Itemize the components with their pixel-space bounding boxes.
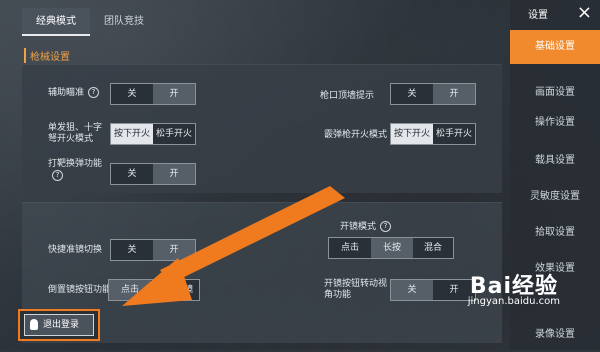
inverted-scope-label: 倒置镜按钮功能	[48, 285, 112, 295]
option-release-fire[interactable]: 松手开火	[433, 124, 475, 144]
sidebar-item-replay[interactable]: 录像设置	[510, 318, 600, 352]
tab-team[interactable]: 团队竞技	[90, 8, 158, 36]
muzzle-wall-toggle[interactable]: 关 开	[390, 83, 476, 105]
logout-highlight: 退出登录	[18, 309, 100, 341]
sidebar-item-basic[interactable]: 基础设置	[510, 30, 600, 64]
logout-label: 退出登录	[43, 320, 80, 330]
help-icon[interactable]: ?	[380, 221, 392, 232]
logout-button[interactable]: 退出登录	[24, 314, 94, 336]
option-off[interactable]: 关	[111, 164, 153, 184]
section-title: 枪械设置	[24, 48, 70, 63]
help-icon[interactable]: ?	[52, 170, 63, 181]
reload-toggle[interactable]: 关 开	[110, 163, 196, 185]
sidebar-title: 设置	[528, 10, 548, 21]
shotgun-fire-mode-label: 霰弹枪开火模式	[324, 130, 388, 140]
option-tap-switch[interactable]: 点击切镜	[151, 280, 199, 300]
scope-turn-toggle[interactable]: 关 开	[390, 279, 476, 301]
sniper-fire-mode-toggle[interactable]: 按下开火 松手开火	[110, 123, 196, 145]
help-icon[interactable]: ?	[88, 87, 100, 98]
reload-label: 打靶换弹功能?	[48, 159, 103, 181]
sidebar-item-controls[interactable]: 操作设置	[510, 106, 600, 140]
aim-assist-toggle[interactable]: 关 开	[110, 83, 196, 105]
option-release-fire[interactable]: 松手开火	[153, 124, 195, 144]
sidebar-item-vehicle[interactable]: 载具设置	[510, 144, 600, 178]
mode-tabs: 经典模式 团队竞技	[22, 8, 158, 36]
sidebar-item-sensitivity[interactable]: 灵敏度设置	[510, 180, 600, 214]
muzzle-wall-label: 枪口顶墙提示	[320, 91, 375, 101]
option-off[interactable]: 关	[111, 240, 153, 260]
user-icon	[30, 319, 38, 330]
option-tap[interactable]: 点击	[109, 280, 151, 300]
sniper-fire-mode-label: 单发狙、十字弩开火模式	[48, 123, 103, 144]
option-tap[interactable]: 点击	[329, 238, 371, 258]
option-on[interactable]: 开	[153, 164, 195, 184]
option-mixed[interactable]: 混合	[413, 238, 453, 258]
option-off[interactable]: 关	[391, 84, 433, 104]
aim-assist-label: 辅助瞄准?	[48, 87, 100, 99]
option-on[interactable]: 开	[433, 84, 475, 104]
weapon-settings-panel: 辅助瞄准? 关 开 单发狙、十字弩开火模式 按下开火 松手开火 打靶换弹功能? …	[22, 64, 502, 193]
scope-turn-label: 开镜按钮转动视角功能	[324, 279, 388, 300]
option-on[interactable]: 开	[153, 84, 195, 104]
scope-mode-toggle[interactable]: 点击 长按 混合	[328, 237, 454, 259]
scope-mode-label: 开镜模式?	[340, 221, 392, 233]
option-off[interactable]: 关	[111, 84, 153, 104]
option-press-fire[interactable]: 按下开火	[111, 124, 153, 144]
option-off[interactable]: 关	[391, 280, 433, 300]
option-on[interactable]: 开	[153, 240, 195, 260]
quick-scope-toggle[interactable]: 关 开	[110, 239, 196, 261]
option-hold[interactable]: 长按	[371, 238, 413, 258]
sidebar-item-pickup[interactable]: 拾取设置	[510, 216, 600, 250]
sidebar-item-graphics[interactable]: 画面设置	[510, 76, 600, 110]
watermark-url: jingyan.baidu.com	[467, 296, 560, 307]
close-icon[interactable]: ×	[577, 2, 592, 23]
option-press-fire[interactable]: 按下开火	[391, 124, 433, 144]
quick-scope-label: 快捷准镜切换	[48, 245, 103, 255]
inverted-scope-toggle[interactable]: 点击 点击切镜	[108, 279, 200, 301]
shotgun-fire-mode-toggle[interactable]: 按下开火 松手开火	[390, 123, 476, 145]
tab-classic[interactable]: 经典模式	[22, 8, 90, 36]
